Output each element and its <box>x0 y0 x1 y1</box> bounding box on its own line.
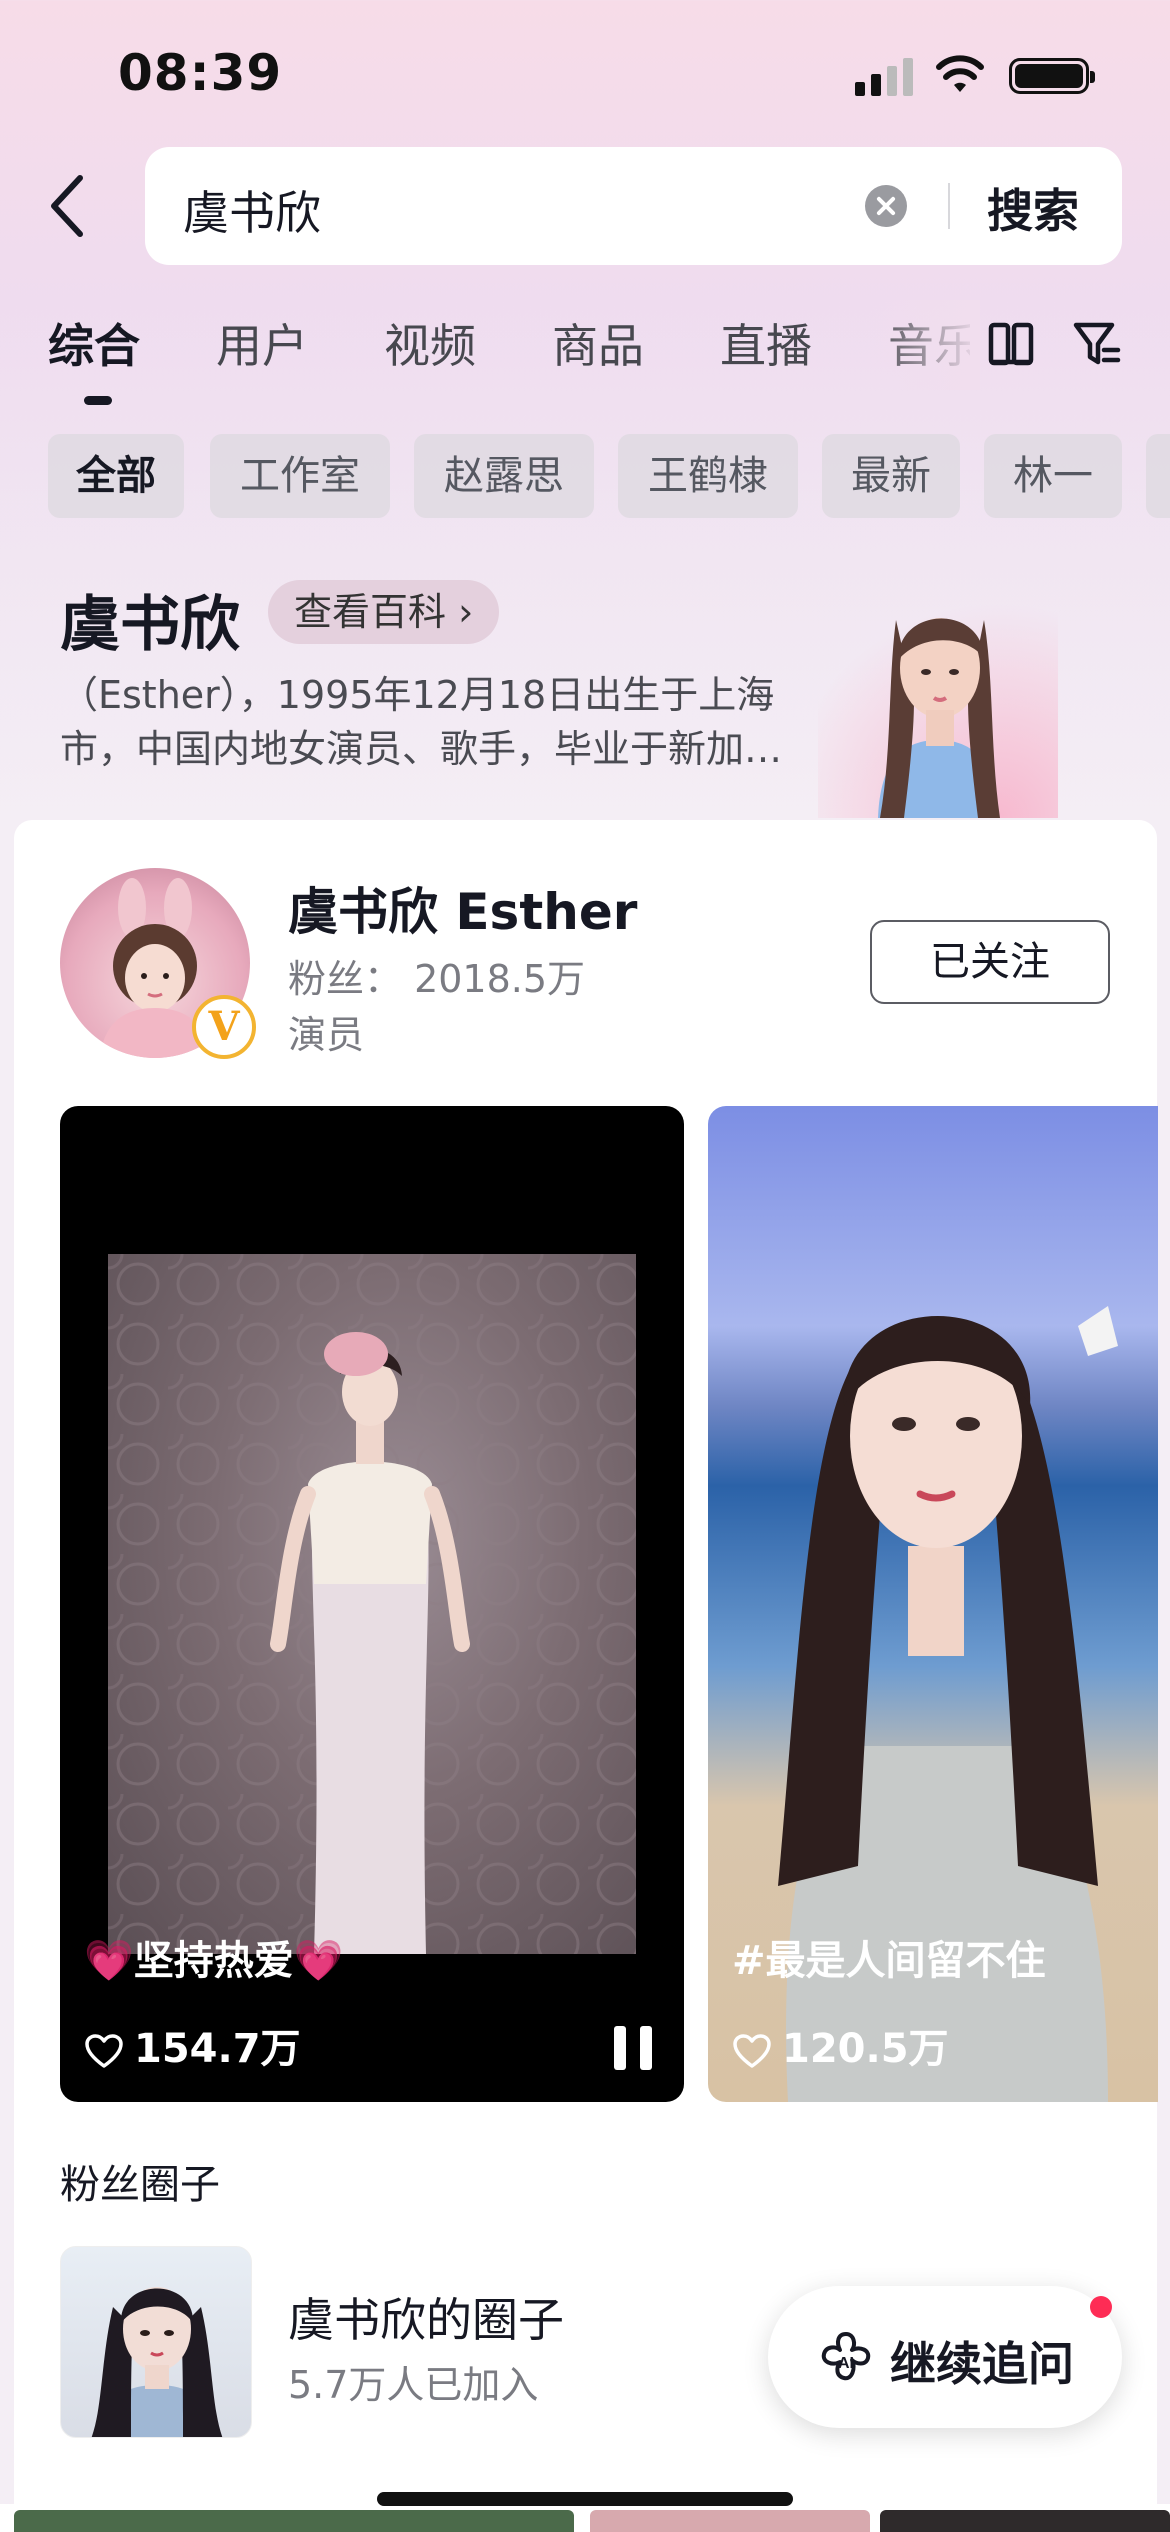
chip-all[interactable]: 全部 <box>48 434 184 518</box>
next-results-strip <box>0 2504 1170 2532</box>
follow-button[interactable]: 已关注 <box>870 920 1110 1004</box>
chip-zhao-lusi[interactable]: 赵露思 <box>414 434 594 518</box>
encyclopedia-description: （Esther），1995年12月18日出生于上海市，中国内地女演员、歌手，毕业… <box>60 673 783 771</box>
active-tab-indicator <box>84 396 112 405</box>
search-button[interactable]: 搜索 <box>987 175 1079 241</box>
video-likes-1: 154.7万 <box>84 2016 301 2074</box>
video-caption-1: 💗坚持热爱💗 <box>84 1938 344 1984</box>
next-result-thumb-3[interactable] <box>880 2510 1170 2532</box>
video-card-2[interactable]: #最是人间留不住 120.5万 <box>708 1106 1158 2102</box>
tabs-fade <box>870 300 980 390</box>
filter-icon[interactable] <box>1072 320 1122 368</box>
next-result-thumb-2[interactable] <box>590 2510 870 2532</box>
tab-comprehensive[interactable]: 综合 <box>48 310 140 376</box>
pause-icon[interactable] <box>614 2026 654 2070</box>
cellular-signal-icon <box>855 56 915 96</box>
fan-circle-name[interactable]: 虞书欣的圈子 <box>288 2284 564 2350</box>
fan-circle-members: 5.7万人已加入 <box>288 2363 539 2407</box>
verified-badge-icon: V <box>192 995 256 1059</box>
tab-live[interactable]: 直播 <box>720 310 812 376</box>
encyclopedia-title: 虞书欣 <box>60 590 240 660</box>
video-card-1[interactable]: 💗坚持热爱💗 154.7万 <box>60 1106 684 2102</box>
back-button[interactable] <box>38 168 98 244</box>
tab-videos[interactable]: 视频 <box>384 310 476 376</box>
user-role: 演员 <box>288 1013 365 1057</box>
chip-latest[interactable]: 最新 <box>822 434 960 518</box>
ai-follow-up-button[interactable]: AI 继续追问 <box>768 2286 1122 2428</box>
search-tabs: 综合 用户 视频 商品 直播 音乐 <box>0 310 970 410</box>
search-input-value: 虞书欣 <box>183 186 321 240</box>
heart-icon <box>733 2034 771 2068</box>
chip-lin-yi[interactable]: 林一 <box>984 434 1122 518</box>
next-result-thumb-1[interactable] <box>14 2510 574 2532</box>
chip-more[interactable] <box>1146 434 1170 518</box>
video-caption-2: #最是人间留不住 <box>732 1938 1046 1984</box>
video-thumbnail-1 <box>108 1254 636 1954</box>
fan-circle-section-title: 粉丝圈子 <box>60 2162 220 2208</box>
video-likes-2: 120.5万 <box>732 2016 949 2074</box>
status-time: 08:39 <box>118 44 283 102</box>
ai-flower-icon: AI <box>821 2332 871 2381</box>
search-divider <box>948 183 950 229</box>
svg-text:AI: AI <box>838 2355 854 2372</box>
home-indicator <box>377 2492 793 2506</box>
tab-users[interactable]: 用户 <box>216 310 308 376</box>
clear-search-icon[interactable] <box>865 185 907 227</box>
user-name[interactable]: 虞书欣 Esther <box>288 872 637 944</box>
wifi-icon <box>936 55 984 92</box>
battery-icon <box>1009 58 1095 94</box>
fan-circle-cover[interactable] <box>60 2246 252 2438</box>
chip-wang-hedi[interactable]: 王鹤棣 <box>618 434 798 518</box>
video-likes-count-2: 120.5万 <box>782 2026 949 2072</box>
encyclopedia-portrait <box>818 580 1058 818</box>
video-likes-count-1: 154.7万 <box>134 2026 301 2072</box>
ai-button-label: 继续追问 <box>890 2337 1074 2391</box>
fan-circle-image <box>91 2287 223 2437</box>
tab-products[interactable]: 商品 <box>552 310 644 376</box>
heart-icon <box>85 2034 123 2068</box>
notification-dot <box>1090 2296 1112 2318</box>
search-input[interactable]: 虞书欣 搜索 <box>145 147 1122 265</box>
view-encyclopedia-button[interactable]: 查看百科 › <box>268 580 500 644</box>
follower-count: 粉丝： 2018.5万 <box>288 957 586 1001</box>
chip-studio[interactable]: 工作室 <box>210 434 390 518</box>
layout-toggle-icon[interactable] <box>988 322 1034 366</box>
